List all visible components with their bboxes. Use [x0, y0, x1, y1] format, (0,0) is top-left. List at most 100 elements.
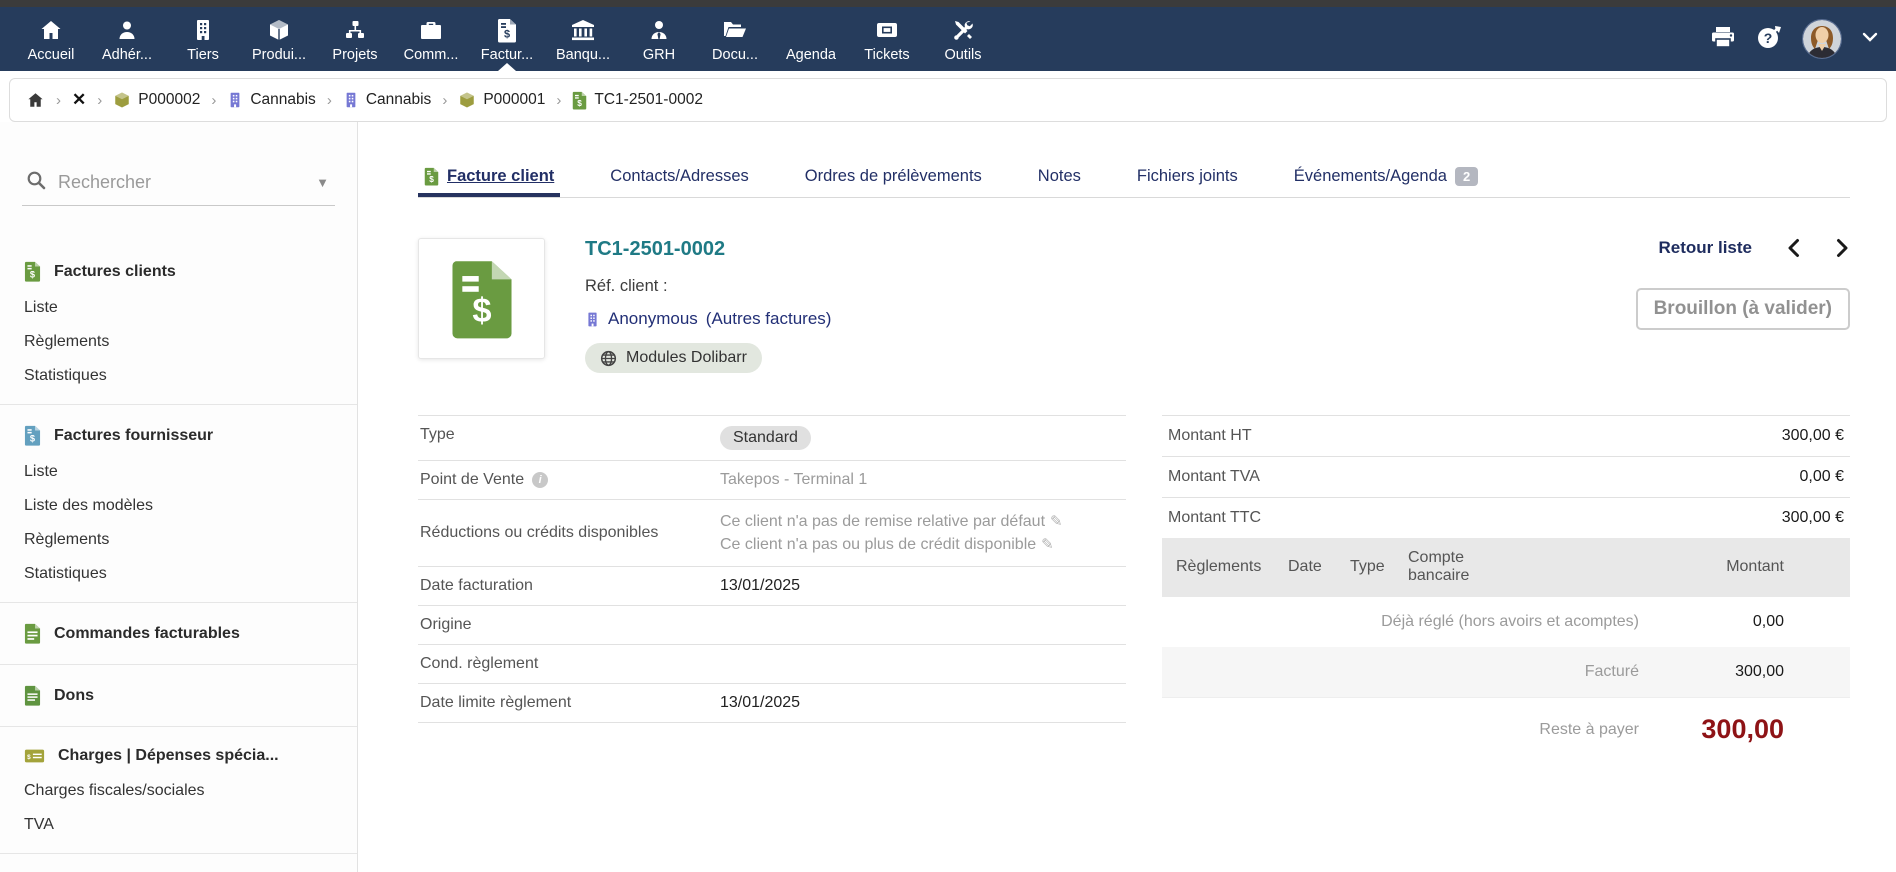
sidebar-section-factures-clients[interactable]: $ Factures clients: [0, 252, 357, 291]
breadcrumb-separator: ›: [442, 91, 448, 109]
section-title: Commandes facturables: [54, 624, 240, 642]
detail-row-date-facturation: Date facturation 13/01/2025: [418, 566, 1126, 605]
menu-label: Produi...: [252, 47, 306, 63]
amount-value: 0,00 €: [1799, 468, 1844, 485]
member-icon: [115, 17, 139, 43]
menu-label: Tickets: [864, 47, 910, 63]
section-title: Charges | Dépenses spécia...: [58, 747, 279, 764]
menu-members[interactable]: Adhér...: [94, 7, 160, 71]
back-to-list-link[interactable]: Retour liste: [1658, 238, 1752, 258]
tab-label: Fichiers joints: [1136, 167, 1238, 185]
amounts-panel: Montant HT 300,00 € Montant TVA 0,00 € M…: [1162, 415, 1850, 761]
active-menu-caret: [498, 63, 516, 71]
menu-products[interactable]: Produi...: [246, 7, 312, 71]
home-icon: [39, 17, 63, 43]
detail-value: 13/01/2025: [720, 577, 801, 595]
edit-pencil-icon[interactable]: ✎: [1050, 513, 1063, 530]
sidebar-item-charges-fiscales[interactable]: Charges fiscales/sociales: [0, 774, 357, 808]
breadcrumb-invoice-tc1-2501-0002[interactable]: $ TC1-2501-0002: [572, 91, 703, 110]
amount-value: 300,00 €: [1781, 427, 1844, 444]
sidebar-section-commandes-facturables[interactable]: Commandes facturables: [0, 614, 357, 653]
breadcrumb-label: Cannabis: [365, 91, 432, 108]
invoice-large-icon: $: [451, 260, 512, 338]
svg-text:$: $: [472, 291, 491, 329]
sidebar-item-statistiques-fournisseur[interactable]: Statistiques: [0, 557, 357, 591]
breadcrumb-thirdparty-cannabis-2[interactable]: Cannabis: [343, 91, 432, 109]
menu-label: Docu...: [712, 47, 758, 63]
sidebar-item-liste-fournisseur[interactable]: Liste: [0, 455, 357, 489]
menu-label: GRH: [642, 47, 676, 63]
tabs: $ Facture client Contacts/Adresses Ordre…: [418, 158, 1850, 198]
menu-projects[interactable]: Projets: [322, 7, 388, 71]
menu-commerce[interactable]: Comm...: [398, 7, 464, 71]
breadcrumb-home-icon[interactable]: [26, 91, 45, 109]
sidebar-item-liste-des-modeles[interactable]: Liste des modèles: [0, 489, 357, 523]
company-link[interactable]: Anonymous: [608, 309, 698, 329]
svg-text:$: $: [30, 269, 35, 279]
section-title: Factures clients: [54, 262, 176, 280]
sidebar-item-tva[interactable]: TVA: [0, 808, 357, 842]
sidebar-item-liste[interactable]: Liste: [0, 291, 357, 325]
invoice-reference-title: TC1-2501-0002: [585, 238, 726, 260]
globe-icon: [600, 350, 617, 366]
breadcrumb-project-p000001[interactable]: P000001: [458, 91, 545, 109]
print-icon[interactable]: [1710, 25, 1736, 54]
left-sidebar: ▼ $ Factures clients Liste Règlements St…: [0, 122, 358, 872]
company-suffix[interactable]: (Autres factures): [706, 309, 832, 329]
remaining-amount-value: 300,00: [1701, 714, 1784, 744]
detail-label: Cond. règlement: [420, 655, 539, 673]
sidebar-section-dons[interactable]: Dons: [0, 676, 357, 715]
detail-value: Takepos - Terminal 1: [720, 471, 868, 488]
breadcrumb-separator: ›: [56, 91, 61, 109]
breadcrumb-label: Cannabis: [250, 91, 316, 108]
menu-tools[interactable]: Outils: [930, 7, 996, 71]
svg-text:$: $: [30, 433, 35, 443]
user-avatar[interactable]: [1802, 19, 1842, 59]
discount-line: Ce client n'a pas de remise relative par…: [720, 513, 1046, 530]
amount-value: 300,00 €: [1781, 509, 1844, 526]
search-input[interactable]: [58, 172, 305, 193]
invoice-thumbnail[interactable]: $: [418, 238, 545, 359]
sidebar-item-statistiques[interactable]: Statistiques: [0, 359, 357, 393]
tab-evenements-agenda[interactable]: Événements/Agenda 2: [1288, 158, 1484, 197]
sidebar-section-factures-fournisseur[interactable]: $ Factures fournisseur: [0, 416, 357, 455]
next-record-chevron-icon[interactable]: [1835, 238, 1850, 258]
agenda-count-badge: 2: [1454, 167, 1479, 186]
invoice-header: $ TC1-2501-0002 Réf. client : Anonymous …: [418, 238, 1850, 373]
menu-agenda[interactable]: Agenda: [778, 7, 844, 71]
search-dropdown-caret-icon[interactable]: ▼: [316, 175, 329, 190]
special-expenses-icon: $: [24, 749, 45, 763]
menu-tickets[interactable]: Tickets: [854, 7, 920, 71]
project-badge-label: Modules Dolibarr: [626, 349, 747, 366]
search-icon: [26, 170, 46, 195]
detail-row-type: Type Standard: [418, 415, 1126, 460]
ref-client-label: Réf. client :: [585, 277, 668, 295]
billable-orders-icon: [24, 623, 41, 644]
projects-icon: [343, 17, 367, 43]
help-icon[interactable]: ?: [1756, 24, 1782, 55]
previous-record-chevron-icon[interactable]: [1786, 238, 1801, 258]
menu-hrm[interactable]: GRH: [626, 7, 692, 71]
menu-home[interactable]: Accueil: [18, 7, 84, 71]
tab-facture-client[interactable]: $ Facture client: [418, 158, 561, 197]
edit-pencil-icon[interactable]: ✎: [1041, 536, 1054, 553]
menu-thirdparties[interactable]: Tiers: [170, 7, 236, 71]
sidebar-item-reglements-fournisseur[interactable]: Règlements: [0, 523, 357, 557]
tab-notes[interactable]: Notes: [1032, 158, 1087, 197]
menu-documents[interactable]: Docu...: [702, 7, 768, 71]
status-badge: Brouillon (à valider): [1635, 288, 1850, 330]
menu-billing[interactable]: $ Factur...: [474, 7, 540, 71]
project-badge[interactable]: Modules Dolibarr: [585, 343, 762, 373]
sidebar-item-reglements[interactable]: Règlements: [0, 325, 357, 359]
tab-contacts-adresses[interactable]: Contacts/Adresses: [604, 158, 754, 197]
breadcrumb-close-icon[interactable]: ✕: [72, 90, 86, 110]
sidebar-section-charges[interactable]: $ Charges | Dépenses spécia...: [0, 738, 357, 774]
tab-fichiers-joints[interactable]: Fichiers joints: [1131, 158, 1244, 197]
summary-row-facture: Facturé 300,00: [1162, 647, 1850, 697]
menu-bank[interactable]: Banqu...: [550, 7, 616, 71]
tab-ordres-prelevements[interactable]: Ordres de prélèvements: [799, 158, 988, 197]
user-menu-chevron-down-icon[interactable]: [1862, 30, 1878, 48]
menu-label: Adhér...: [102, 47, 152, 63]
breadcrumb-thirdparty-cannabis[interactable]: Cannabis: [227, 91, 316, 109]
breadcrumb-project-p000002[interactable]: P000002: [113, 91, 200, 109]
